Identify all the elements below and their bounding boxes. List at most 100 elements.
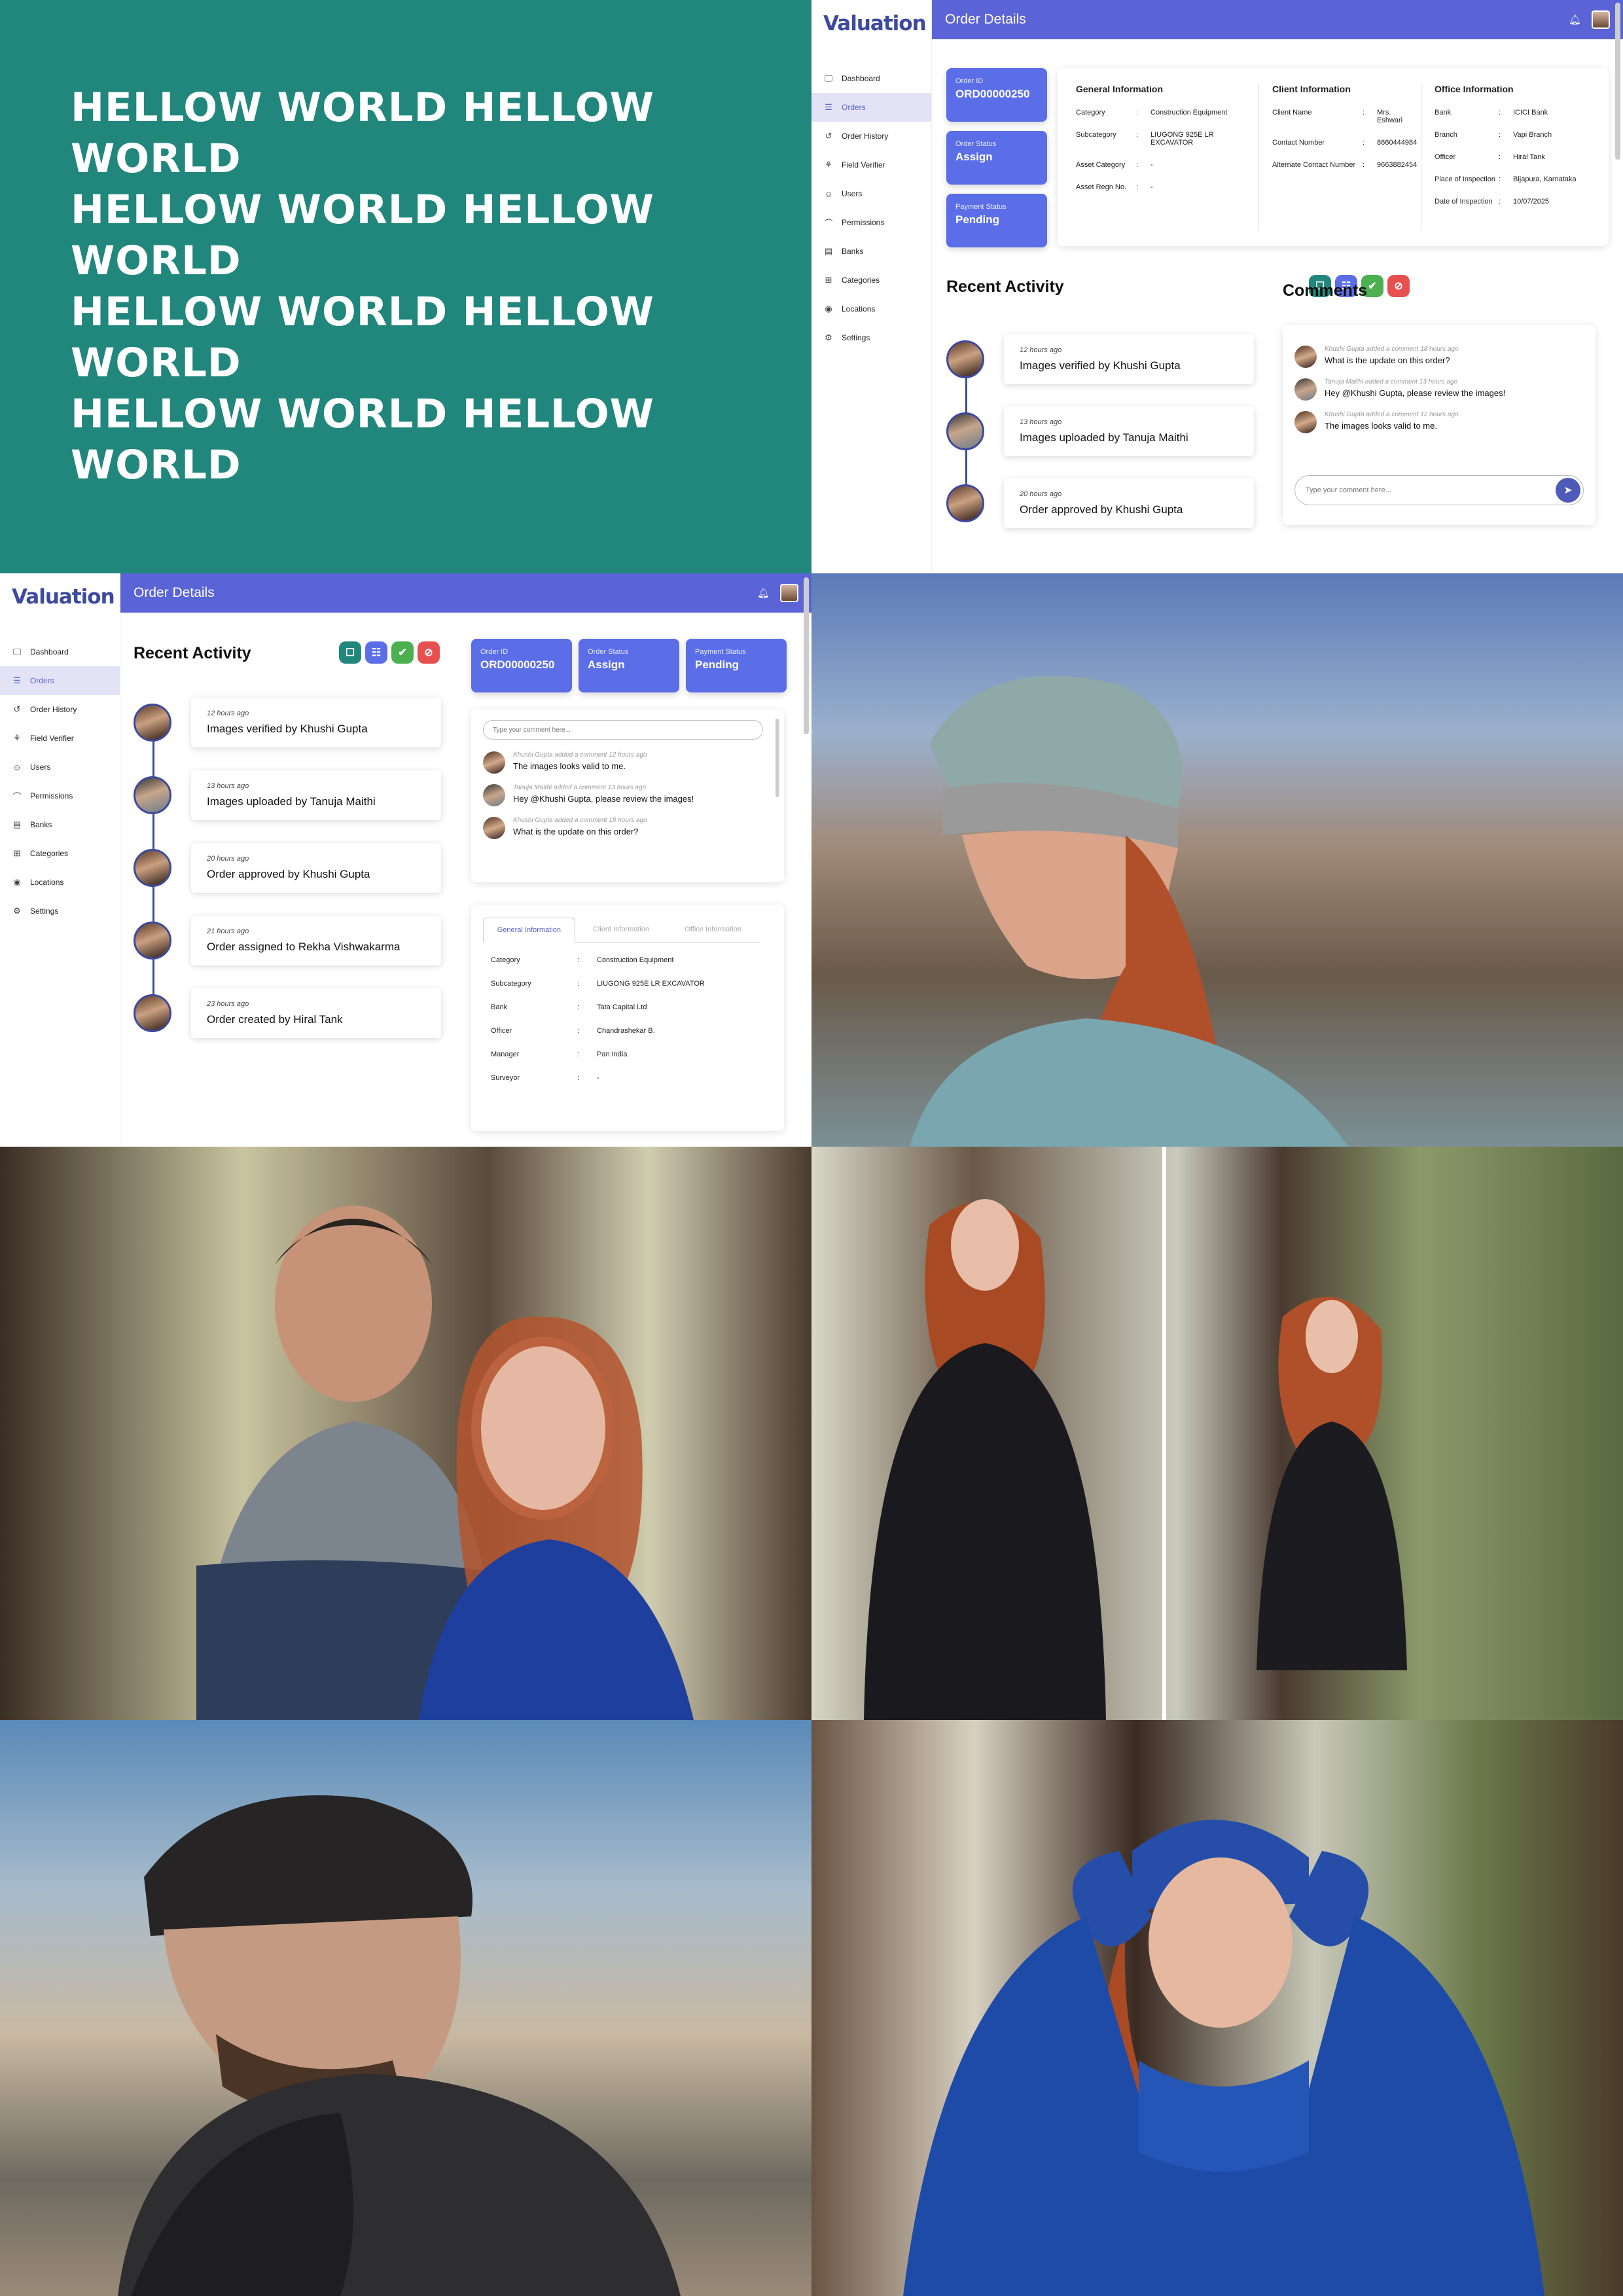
tab-office-information[interactable]: Office Information (667, 918, 759, 942)
send-icon[interactable]: ➤ (1556, 478, 1580, 503)
info-row: Officer: Hiral Tank (1435, 153, 1596, 161)
image-verify-icon[interactable]: ☐ (339, 641, 361, 664)
sidebar-item-field-verifier[interactable]: ⚘ Field Verifier (0, 724, 120, 753)
sidebar-item-order-history[interactable]: ↺ Order History (0, 695, 120, 724)
office-info-section: Office Information Bank: ICICI Bank Branch… (1421, 84, 1609, 230)
sidebar-item-label: Order History (842, 132, 889, 141)
sidebar-item-users[interactable]: ☺ Users (812, 179, 931, 208)
recent-activity-title: Recent Activity (134, 644, 251, 662)
info-key: Bank (1435, 109, 1452, 117)
key-icon: ⌒ (824, 218, 833, 228)
comment-input-wrap: ➤ (1294, 475, 1584, 505)
comment-meta: Tanuja Maithi added a comment 13 hours a… (1325, 378, 1505, 386)
info-separator: : (1136, 109, 1139, 117)
info-value: - (1150, 183, 1153, 191)
sidebar-item-settings[interactable]: ⚙ Settings (0, 897, 120, 925)
activity-card: 12 hours ago Images verified by Khushi Gu… (191, 697, 441, 747)
comment-author: Tanuja Maithi (1325, 378, 1364, 386)
sidebar-item-label: Categories (842, 276, 880, 285)
pill-value: Pending (695, 658, 740, 671)
app-logo: Valuation (12, 585, 115, 609)
info-row: Asset Category: - (1076, 161, 1240, 169)
tab-general-information[interactable]: General Information (483, 918, 575, 943)
cancel-icon[interactable]: ⊘ (418, 641, 440, 664)
activity-time: 12 hours ago (1020, 346, 1062, 354)
history-icon: ↺ (825, 131, 832, 141)
activity-time: 20 hours ago (207, 854, 249, 863)
sidebar-item-permissions[interactable]: ⌒ Permissions (812, 208, 931, 237)
order-id-pill: Order ID ORD00000250 (946, 68, 1047, 122)
comment-time: added a comment 12 hours ago (1366, 411, 1459, 418)
sidebar-item-label: Categories (30, 849, 69, 858)
order-details-screen-compact: Valuation 🖵︎ Dashboard ☰ Orders ↺ Order Histo… (0, 573, 812, 1147)
sidebar-item-users[interactable]: ☺ Users (0, 753, 120, 781)
avatar (483, 817, 505, 839)
sidebar-item-orders[interactable]: ☰ Orders (0, 666, 120, 695)
sidebar: Valuation 🖵︎ Dashboard ☰ Orders ↺ Order Histo… (0, 573, 120, 1147)
info-row: Bank: ICICI Bank (1435, 109, 1596, 117)
sidebar-item-label: Locations (842, 304, 876, 314)
activity-message: Order created by Hiral Tank (207, 1013, 343, 1026)
info-separator: : (1136, 161, 1139, 169)
key-icon: ⌒ (12, 791, 22, 802)
status-pills: Order ID ORD00000250 Order Status Assign… (471, 639, 787, 692)
sidebar-item-categories[interactable]: ⊞ Categories (0, 839, 120, 868)
info-separator: : (1499, 175, 1501, 183)
sidebar-item-categories[interactable]: ⊞ Categories (812, 266, 931, 295)
comment-time: added a comment 12 hours ago (554, 751, 647, 759)
info-separator: : (1363, 109, 1365, 117)
info-separator: : (1136, 183, 1139, 191)
photo-man-black-beanie (0, 1720, 812, 2296)
comment-input[interactable] (493, 726, 762, 734)
pill-value: Pending (955, 213, 1000, 226)
sidebar-item-permissions[interactable]: ⌒ Permissions (0, 781, 120, 810)
tab-client-information[interactable]: Client Information (575, 918, 668, 942)
sidebar-item-banks[interactable]: ▤ Banks (812, 237, 931, 266)
cancel-icon[interactable]: ⊘ (1387, 275, 1410, 297)
info-separator: : (577, 956, 580, 964)
sidebar-item-orders[interactable]: ☰ Orders (812, 93, 931, 122)
sidebar-item-locations[interactable]: ◉ Locations (0, 868, 120, 897)
sidebar-item-locations[interactable]: ◉ Locations (812, 295, 931, 323)
bike-icon: ⚘ (825, 160, 832, 170)
top-bar-actions: 🔔︎ (1569, 10, 1610, 29)
avatar (134, 921, 171, 960)
sidebar-item-label: Users (30, 762, 51, 772)
comment-input[interactable] (1306, 486, 1556, 494)
scrollbar[interactable] (776, 719, 779, 797)
sidebar-item-banks[interactable]: ▤ Banks (0, 810, 120, 839)
photo-woman-two-poses (812, 1147, 1623, 1720)
info-key: Bank (491, 1003, 508, 1011)
thumbs-up-icon[interactable]: ✔ (391, 641, 414, 664)
activity-message: Images uploaded by Tanuja Maithi (1020, 431, 1188, 444)
avatar[interactable] (780, 584, 798, 602)
photo-woman-grey-beanie (812, 573, 1623, 1147)
page-title: Order Details (134, 585, 215, 600)
bell-icon[interactable]: 🔔︎ (757, 587, 770, 599)
activity-card: 20 hours ago Order approved by Khushi Gup… (191, 842, 441, 893)
info-key: Manager (491, 1050, 520, 1058)
sidebar-item-field-verifier[interactable]: ⚘ Field Verifier (812, 151, 931, 179)
scrollbar[interactable] (804, 577, 809, 734)
document-icon[interactable]: ☷ (365, 641, 387, 664)
avatar[interactable] (1592, 10, 1610, 29)
section-title: General Information (1076, 84, 1164, 94)
sidebar-item-dashboard[interactable]: 🖵︎ Dashboard (812, 64, 931, 93)
order-status-pill: Order Status Assign (946, 131, 1047, 185)
recent-activity-title: Recent Activity (946, 278, 1064, 296)
avatar (1294, 346, 1317, 368)
avatar (483, 784, 505, 806)
sidebar-item-label: Field Verifier (842, 160, 885, 170)
bell-icon[interactable]: 🔔︎ (1569, 14, 1581, 26)
sidebar-item-order-history[interactable]: ↺ Order History (812, 122, 931, 151)
sidebar-item-settings[interactable]: ⚙ Settings (812, 323, 931, 352)
activity-message: Images verified by Khushi Gupta (1020, 359, 1181, 372)
info-key: Place of Inspection (1435, 175, 1495, 183)
payment-status-pill: Payment Status Pending (946, 194, 1047, 247)
sidebar-item-label: Orders (30, 676, 54, 685)
banner-line: HELLOW WORLD HELLOW WORLD (71, 187, 654, 284)
photo-illustration (864, 1147, 1407, 1720)
scrollbar[interactable] (1615, 3, 1620, 160)
info-separator: : (1136, 131, 1139, 139)
sidebar-item-dashboard[interactable]: 🖵︎ Dashboard (0, 637, 120, 666)
